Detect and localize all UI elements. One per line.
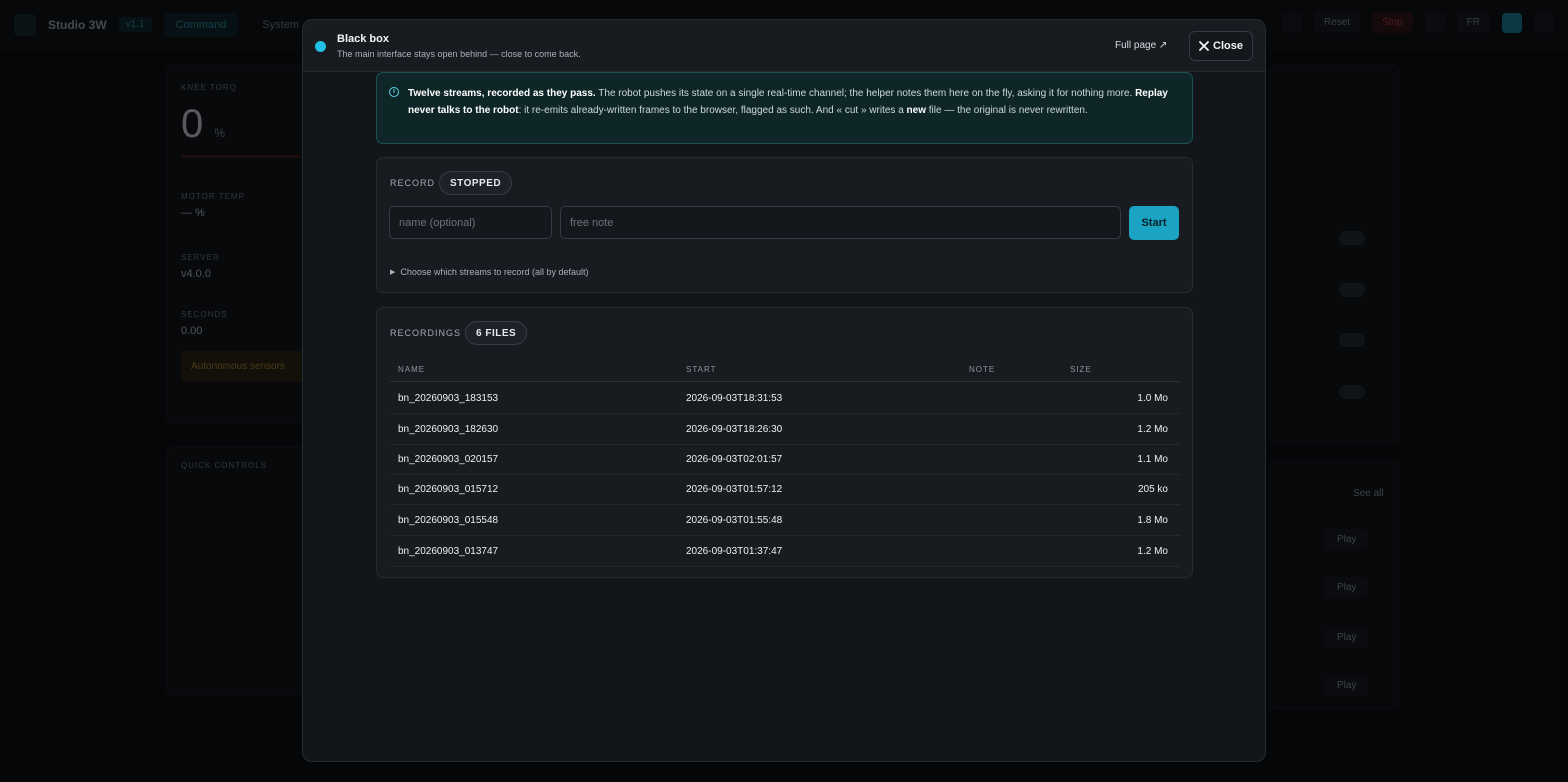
app-logo [14, 13, 36, 36]
user-avatar[interactable] [1502, 12, 1522, 33]
bg-toggles-panel [1268, 64, 1400, 444]
table-row[interactable]: bn_20260903_013747 2026-09-03T01:37:47 1… [390, 536, 1180, 567]
bg-metric-label: Knee torq [181, 83, 237, 92]
row-name: bn_20260903_020157 [398, 454, 499, 465]
version-badge: v1.1 [118, 17, 152, 32]
row-start: 2026-09-03T18:26:30 [686, 424, 783, 435]
row-name: bn_20260903_182630 [398, 424, 499, 435]
bg-sequences-panel: See all Play Play Play Play [1268, 460, 1400, 710]
info-tail-text: file — the original is never rewritten. [925, 105, 1088, 116]
row-name: bn_20260903_013747 [398, 546, 499, 557]
stop-button[interactable]: Stop [1372, 12, 1413, 33]
modal-subtitle: The main interface stays open behind — c… [337, 49, 581, 59]
status-dot-icon [315, 41, 326, 52]
full-page-link[interactable]: Full page ↗ [1115, 40, 1167, 51]
bg-motor-value: — % [181, 207, 205, 219]
bg-toggle[interactable] [1339, 333, 1365, 347]
table-row[interactable]: bn_20260903_020157 2026-09-03T02:01:57 1… [390, 444, 1180, 475]
bg-play-button[interactable]: Play [1325, 577, 1369, 598]
row-name: bn_20260903_015712 [398, 484, 499, 495]
tab-command[interactable]: Command [163, 12, 239, 37]
bg-play-button[interactable]: Play [1325, 627, 1369, 648]
bg-toggle[interactable] [1339, 283, 1365, 297]
record-label: RECORD [390, 178, 436, 188]
menu-icon[interactable] [1534, 12, 1554, 33]
row-size: 1.1 Mo [1137, 454, 1168, 465]
bg-play-button[interactable]: Play [1325, 529, 1369, 550]
bg-toggle[interactable] [1339, 385, 1365, 399]
table-row[interactable]: bn_20260903_015712 2026-09-03T01:57:12 2… [390, 474, 1180, 505]
col-size-header[interactable]: SIZE [1070, 365, 1092, 374]
info-new-bold: new [906, 105, 926, 116]
start-record-button[interactable]: Start [1129, 206, 1179, 240]
bg-quick-label: Quick controls [181, 461, 268, 470]
row-size: 205 ko [1137, 484, 1168, 495]
row-start: 2026-09-03T18:31:53 [686, 393, 783, 404]
lang-button[interactable]: FR [1456, 12, 1490, 33]
recording-note-input[interactable] [560, 206, 1121, 239]
col-name-header[interactable]: NAME [398, 365, 425, 374]
recordings-card: RECORDINGS 6 FILES NAME START NOTE SIZE … [376, 307, 1193, 578]
info-lead-text: The robot pushes its state on a single r… [595, 88, 1136, 99]
bg-metric-bar [181, 155, 301, 158]
bg-see-all-link[interactable]: See all [1341, 483, 1396, 504]
bg-motor-label: Motor temp [181, 192, 245, 201]
bg-play-button[interactable]: Play [1325, 675, 1369, 696]
table-row[interactable]: bn_20260903_182630 2026-09-03T18:26:30 1… [390, 414, 1180, 445]
record-status-badge: STOPPED [439, 171, 513, 195]
bg-metrics-panel: Knee torq 0 % Motor temp — % Server v4.0… [166, 64, 316, 424]
bg-warning-banner: Autonomous sensors [181, 351, 311, 382]
record-card: RECORD STOPPED Start ▶ Choose which stre… [376, 157, 1193, 293]
row-name: bn_20260903_183153 [398, 393, 499, 404]
close-button[interactable]: Close [1189, 31, 1253, 61]
info-lead-bold: Twelve streams, recorded as they pass. [408, 88, 596, 99]
row-size: 1.0 Mo [1137, 393, 1168, 404]
row-size: 1.2 Mo [1137, 424, 1168, 435]
gear-icon[interactable] [1281, 12, 1302, 33]
recordings-count-badge: 6 FILES [465, 321, 528, 345]
close-icon [1199, 41, 1209, 51]
bg-metric-value: 0 % [181, 102, 226, 146]
bg-seconds-label: Seconds [181, 310, 228, 319]
recordings-label: RECORDINGS [390, 328, 462, 338]
row-size: 1.2 Mo [1137, 546, 1168, 557]
triangle-right-icon: ▶ [390, 269, 396, 276]
bell-icon[interactable] [1424, 12, 1445, 33]
app-brand: Studio 3W [48, 17, 107, 32]
black-box-modal: Black box The main interface stays open … [302, 19, 1266, 762]
table-row[interactable]: bn_20260903_015548 2026-09-03T01:55:48 1… [390, 505, 1180, 536]
bg-server-value: v4.0.0 [181, 268, 211, 280]
row-name: bn_20260903_015548 [398, 515, 499, 526]
row-start: 2026-09-03T02:01:57 [686, 454, 783, 465]
bg-toggle[interactable] [1339, 231, 1365, 245]
bg-seconds-value: 0.00 [181, 325, 203, 337]
table-row[interactable]: bn_20260903_183153 2026-09-03T18:31:53 1… [390, 383, 1180, 414]
info-banner: i Twelve streams, recorded as they pass.… [376, 72, 1193, 144]
streams-disclosure[interactable]: ▶ Choose which streams to record (all by… [390, 267, 588, 277]
bg-server-label: Server [181, 253, 220, 262]
recordings-table-header: NAME START NOTE SIZE [390, 362, 1180, 382]
close-button-label: Close [1213, 40, 1243, 52]
streams-disclosure-label: Choose which streams to record (all by d… [400, 267, 589, 277]
row-start: 2026-09-03T01:57:12 [686, 484, 783, 495]
modal-title: Black box [337, 33, 389, 45]
modal-header: Black box The main interface stays open … [303, 20, 1265, 72]
recording-name-input[interactable] [389, 206, 552, 239]
row-start: 2026-09-03T01:37:47 [686, 546, 783, 557]
row-size: 1.8 Mo [1137, 515, 1168, 526]
reset-button[interactable]: Reset [1313, 12, 1361, 33]
col-start-header[interactable]: START [686, 365, 716, 374]
row-start: 2026-09-03T01:55:48 [686, 515, 783, 526]
info-replay-text: : it re-emits already-written frames to … [518, 105, 907, 116]
info-icon: i [389, 87, 399, 97]
col-note-header[interactable]: NOTE [969, 365, 995, 374]
bg-quick-panel: Quick controls [166, 446, 316, 696]
